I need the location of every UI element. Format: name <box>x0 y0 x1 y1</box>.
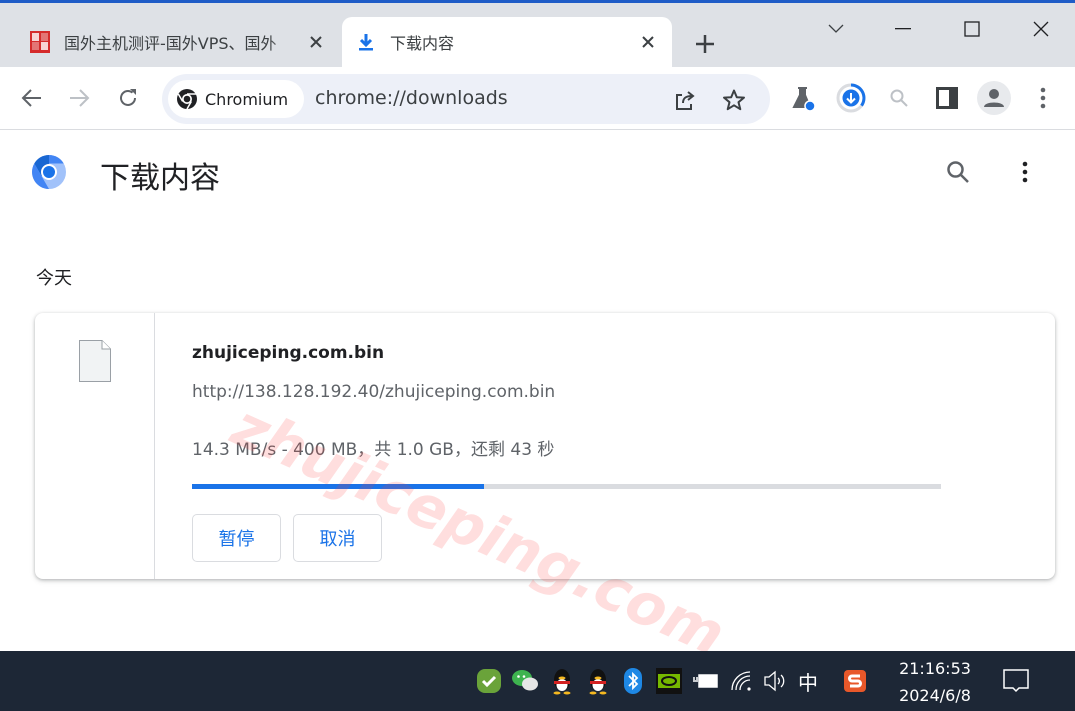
download-progress-bar <box>192 484 941 489</box>
site-seal-icon <box>28 30 52 54</box>
side-panel-icon <box>936 87 958 109</box>
close-icon <box>1033 21 1049 37</box>
minimize-icon <box>895 28 911 30</box>
tab-title: 下载内容 <box>390 34 455 53</box>
download-status: 14.3 MB/s - 400 MB，共 1.0 GB，还剩 43 秒 <box>192 440 555 460</box>
flask-icon <box>792 87 816 111</box>
side-panel-button[interactable] <box>930 81 964 115</box>
share-icon <box>676 91 695 110</box>
clock-date: 2024/6/8 <box>899 686 971 705</box>
profile-button[interactable] <box>977 81 1011 115</box>
tab-title: 国外主机测评-国外VPS、国外 <box>64 34 277 53</box>
star-icon <box>723 89 745 111</box>
search-icon <box>890 89 908 107</box>
tab-strip: 国外主机测评-国外VPS、国外 下载内容 <box>0 3 1075 67</box>
close-tab-icon[interactable] <box>304 30 328 54</box>
nvidia-icon[interactable] <box>655 667 683 695</box>
arrow-right-icon <box>70 89 90 107</box>
downloads-page: 下载内容 今天 zhujiceping.com.bin http://138.1… <box>0 131 1075 651</box>
downloads-menu-button[interactable] <box>1010 156 1040 188</box>
downloads-button[interactable] <box>834 81 868 115</box>
date-section-label: 今天 <box>36 268 72 289</box>
file-name-link[interactable]: zhujiceping.com.bin <box>192 343 384 363</box>
more-vert-icon <box>1022 161 1028 183</box>
back-button[interactable] <box>15 81 49 115</box>
browser-menu-button[interactable] <box>1026 81 1060 115</box>
tab-zhujiceping[interactable]: 国外主机测评-国外VPS、国外 <box>16 17 340 67</box>
url-text[interactable]: chrome://downloads <box>315 87 508 109</box>
windows-taskbar: 中 21:16:53 2024/6/8 <box>0 651 1075 711</box>
file-icon-column <box>35 313 155 579</box>
minimize-button[interactable] <box>883 11 923 47</box>
new-tab-button[interactable] <box>690 29 720 59</box>
download-progress-fill <box>192 484 485 489</box>
labs-button[interactable] <box>786 81 820 115</box>
zoom-search-button[interactable] <box>882 81 916 115</box>
sogou-ime-icon[interactable] <box>841 667 869 695</box>
source-url-link[interactable]: http://138.128.192.40/zhujiceping.com.bi… <box>192 382 555 402</box>
chip-label: Chromium <box>205 89 289 109</box>
tab-search-button[interactable] <box>816 11 856 47</box>
clock[interactable]: 21:16:53 2024/6/8 <box>890 655 980 709</box>
wifi-icon[interactable] <box>728 667 756 695</box>
close-window-button[interactable] <box>1021 11 1061 47</box>
chevron-down-icon <box>828 24 844 33</box>
avatar-icon <box>984 89 1004 107</box>
maximize-icon <box>964 21 980 37</box>
search-downloads-button[interactable] <box>942 156 974 188</box>
security-check-icon[interactable] <box>475 667 503 695</box>
tab-downloads[interactable]: 下载内容 <box>342 17 672 67</box>
address-bar[interactable]: Chromium chrome://downloads <box>162 74 770 124</box>
browser-toolbar: Chromium chrome://downloads <box>0 67 1075 130</box>
bluetooth-icon[interactable] <box>619 667 647 695</box>
ime-mode-indicator[interactable]: 中 <box>798 667 818 696</box>
search-icon <box>947 161 969 183</box>
clock-time: 21:16:53 <box>899 659 971 678</box>
qq-icon[interactable] <box>548 667 576 695</box>
more-vert-icon <box>1040 87 1046 109</box>
download-item: zhujiceping.com.bin http://138.128.192.4… <box>35 313 1055 579</box>
forward-button[interactable] <box>62 81 96 115</box>
reload-icon <box>120 89 136 106</box>
chromium-icon <box>177 89 197 110</box>
chromium-logo-icon <box>32 155 66 189</box>
battery-icon[interactable] <box>691 667 719 695</box>
volume-icon[interactable] <box>762 667 790 695</box>
close-tab-icon[interactable] <box>636 30 660 54</box>
download-progress-icon <box>836 83 866 113</box>
site-info-chip[interactable]: Chromium <box>168 80 304 118</box>
pause-button[interactable]: 暂停 <box>192 514 281 562</box>
qq-icon[interactable] <box>584 667 612 695</box>
plus-icon <box>696 35 714 53</box>
arrow-left-icon <box>21 89 41 107</box>
share-button[interactable] <box>669 84 701 116</box>
notification-center-icon[interactable] <box>1000 665 1032 697</box>
download-icon <box>354 30 378 54</box>
file-icon <box>79 340 111 382</box>
bookmark-button[interactable] <box>718 84 750 116</box>
maximize-button[interactable] <box>952 11 992 47</box>
reload-button[interactable] <box>111 81 145 115</box>
page-title: 下载内容 <box>100 161 220 196</box>
wechat-icon[interactable] <box>511 667 539 695</box>
cancel-button[interactable]: 取消 <box>293 514 382 562</box>
